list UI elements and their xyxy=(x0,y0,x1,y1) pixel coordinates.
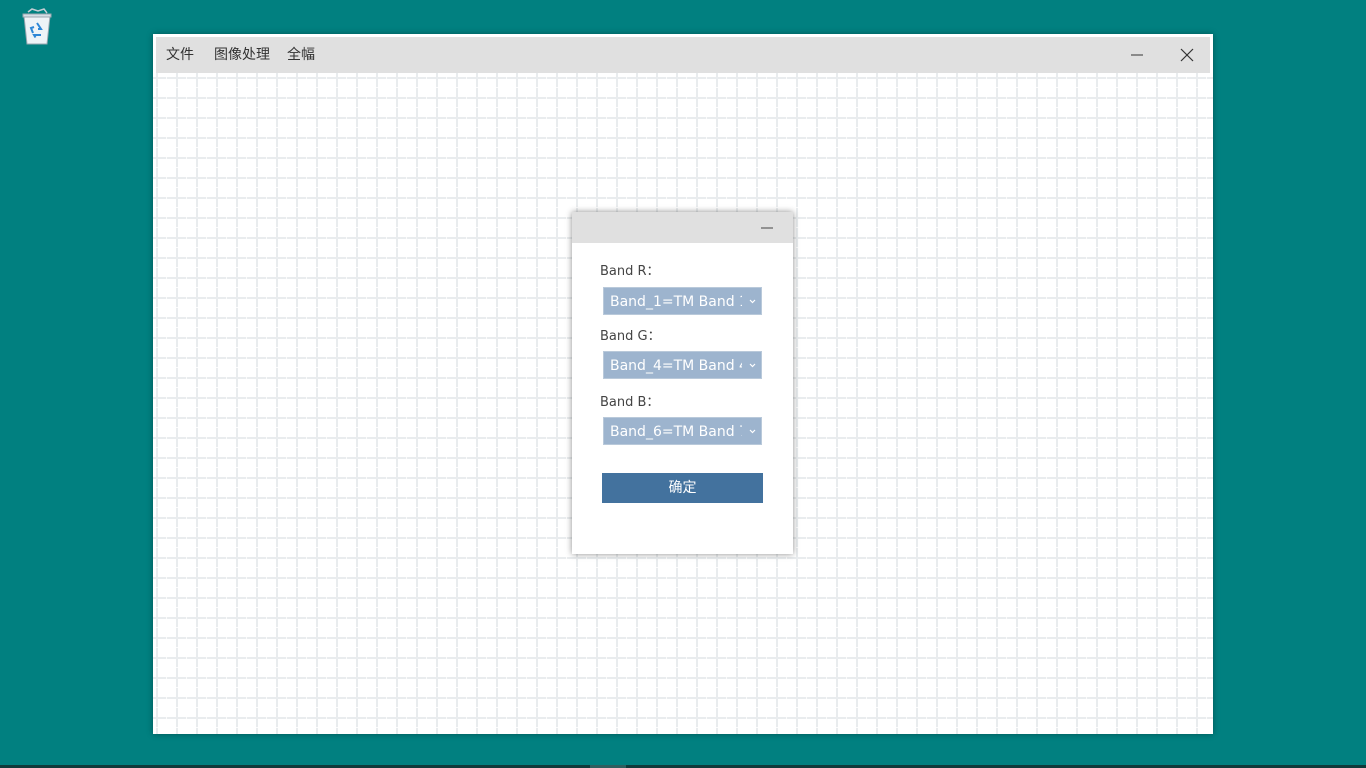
band-r-select[interactable]: Band_1=TM Band 1 ( xyxy=(603,287,762,315)
band-combination-dialog: Band R： Band_1=TM Band 1 ( Band G： Band_… xyxy=(572,212,793,554)
chevron-down-icon xyxy=(749,429,756,434)
recycle-bin-icon[interactable] xyxy=(20,8,54,46)
band-b-selected-value: Band_6=TM Band 7 ( xyxy=(610,424,742,440)
band-g-select[interactable]: Band_4=TM Band 4 ( xyxy=(603,351,762,379)
menu-bar: 文件 图像处理 全幅 xyxy=(156,37,1210,73)
chevron-down-icon xyxy=(749,363,756,368)
confirm-button[interactable]: 确定 xyxy=(602,473,763,503)
menu-file[interactable]: 文件 xyxy=(166,37,194,73)
band-r-selected-value: Band_1=TM Band 1 ( xyxy=(610,294,742,310)
dialog-titlebar[interactable] xyxy=(572,212,793,243)
band-b-select[interactable]: Band_6=TM Band 7 ( xyxy=(603,417,762,445)
close-button[interactable] xyxy=(1167,37,1207,73)
band-g-selected-value: Band_4=TM Band 4 ( xyxy=(610,358,742,374)
band-g-label: Band G： xyxy=(600,329,661,344)
minimize-icon xyxy=(761,227,773,229)
minimize-button[interactable] xyxy=(1117,37,1157,73)
desktop: 文件 图像处理 全幅 Band R： Band_1=TM Band Band G… xyxy=(0,0,1366,768)
close-icon xyxy=(1180,48,1194,62)
menu-image-processing[interactable]: 图像处理 xyxy=(214,37,270,73)
chevron-down-icon xyxy=(749,299,756,304)
band-b-label: Band B： xyxy=(600,395,660,410)
band-r-label: Band R： xyxy=(600,264,660,279)
minimize-icon xyxy=(1131,54,1143,56)
dialog-minimize-button[interactable] xyxy=(755,220,779,236)
menu-full-extent[interactable]: 全幅 xyxy=(287,37,315,73)
